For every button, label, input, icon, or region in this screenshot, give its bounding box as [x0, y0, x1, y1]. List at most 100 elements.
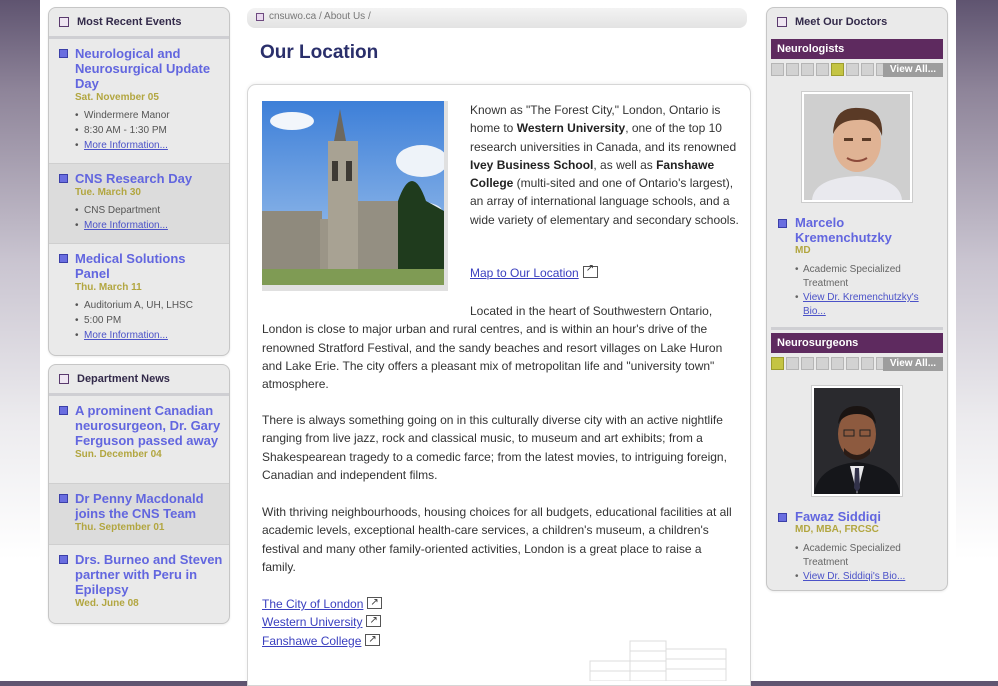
news-panel: Department News A prominent Canadian neu…: [48, 364, 230, 624]
ivey-business-school-text: Ivey Business School: [470, 157, 594, 172]
doctor-photo[interactable]: [801, 91, 913, 203]
news-item: Drs. Burneo and Steven partner with Peru…: [49, 545, 229, 615]
pager-dot[interactable]: [801, 63, 814, 76]
external-link-icon[interactable]: [582, 263, 598, 278]
university-tower-illustration: [262, 101, 448, 285]
events-header-icon: [59, 17, 69, 27]
culture-paragraph: There is always something going on in th…: [262, 413, 727, 482]
doctor-name-link[interactable]: Marcelo Kremenchutzky: [795, 215, 939, 245]
event-detail: Windermere Manor: [75, 108, 223, 123]
event-detail: Auditorium A, UH, LHSC: [75, 298, 223, 313]
news-title-link[interactable]: A prominent Canadian neurosurgeon, Dr. G…: [75, 403, 223, 448]
link-row: Fanshawe College: [262, 631, 382, 650]
map-to-location-link[interactable]: Map to Our Location: [470, 266, 579, 280]
pager-dot-active[interactable]: [831, 63, 844, 76]
pager-dot[interactable]: [801, 357, 814, 370]
news-date: Thu. September 01: [75, 522, 165, 533]
fanshawe-college-link[interactable]: Fanshawe College: [262, 634, 361, 648]
events-header-label: Most Recent Events: [77, 16, 182, 28]
page-title: Our Location: [260, 42, 379, 63]
pager-dot[interactable]: [831, 357, 844, 370]
breadcrumb-icon: [256, 13, 264, 21]
links-list: The City of London Western University Fa…: [262, 594, 383, 650]
doctor-credentials: MD, MBA, FRCSC: [795, 524, 879, 535]
city-of-london-link[interactable]: The City of London: [262, 597, 363, 611]
doctor-bio-link[interactable]: View Dr. Kremenchutzky's Bio...: [803, 292, 919, 317]
news-header: Department News: [49, 365, 229, 396]
doctor-pager: View All...: [771, 357, 943, 373]
events-panel: Most Recent Events Neurological and Neur…: [48, 7, 230, 356]
external-link-icon[interactable]: [365, 631, 381, 649]
doctor-credentials: MD: [795, 245, 811, 256]
pager-dot[interactable]: [771, 63, 784, 76]
more-information-link[interactable]: More Information...: [84, 140, 168, 151]
news-title-link[interactable]: Drs. Burneo and Steven partner with Peru…: [75, 552, 223, 597]
more-information-link[interactable]: More Information...: [84, 220, 168, 231]
event-title-link[interactable]: Neurological and Neurosurgical Update Da…: [75, 46, 223, 91]
news-header-label: Department News: [77, 373, 170, 385]
pager-dot[interactable]: [786, 357, 799, 370]
pager-dot[interactable]: [861, 357, 874, 370]
view-all-button[interactable]: View All...: [883, 357, 943, 371]
content-box: Known as "The Forest City," London, Onta…: [247, 84, 751, 686]
bullet-square-icon: [59, 406, 68, 415]
news-item: Dr Penny Macdonald joins the CNS Team Th…: [49, 484, 229, 545]
building-watermark: [589, 640, 727, 681]
western-university-link[interactable]: Western University: [262, 615, 362, 629]
pager-dot-active[interactable]: [771, 357, 784, 370]
doctor-name-link[interactable]: Fawaz Siddiqi: [795, 509, 939, 524]
doctor-info: Fawaz Siddiqi MD, MBA, FRCSC Academic Sp…: [767, 497, 947, 584]
event-date: Sat. November 05: [75, 92, 159, 103]
event-title-link[interactable]: Medical Solutions Panel: [75, 251, 223, 281]
bullet-square-icon: [59, 254, 68, 263]
doctor-group: Neurosurgeons View All... Fawaz Siddiqi …: [767, 333, 947, 584]
event-item: CNS Research Day Tue. March 30 CNS Depar…: [49, 164, 229, 244]
pager-dot[interactable]: [816, 357, 829, 370]
pager-dot[interactable]: [846, 63, 859, 76]
pager-dot[interactable]: [861, 63, 874, 76]
view-all-button[interactable]: View All...: [883, 63, 943, 77]
event-item: Medical Solutions Panel Thu. March 11 Au…: [49, 244, 229, 349]
event-item: Neurological and Neurosurgical Update Da…: [49, 39, 229, 164]
intro-paragraph: Known as "The Forest City," London, Onta…: [470, 103, 739, 227]
family-paragraph: With thriving neighbourhoods, housing ch…: [262, 505, 732, 574]
pager-dot[interactable]: [816, 63, 829, 76]
doctor-group: Neurologists View All... Marcelo Kremenc…: [767, 39, 947, 319]
news-title-link[interactable]: Dr Penny Macdonald joins the CNS Team: [75, 491, 223, 521]
divider: [771, 327, 943, 330]
doctors-header-icon: [777, 17, 787, 27]
event-date: Thu. March 11: [75, 282, 142, 293]
more-information-link[interactable]: More Information...: [84, 330, 168, 341]
bullet-square-icon: [59, 555, 68, 564]
breadcrumb-text[interactable]: cnsuwo.ca / About Us /: [269, 8, 371, 26]
news-item: A prominent Canadian neurosurgeon, Dr. G…: [49, 396, 229, 484]
doctor-portrait: [814, 388, 900, 494]
doctor-photo[interactable]: [811, 385, 903, 497]
doctor-specialty: Academic Specialized Treatment: [795, 542, 939, 570]
breadcrumb: cnsuwo.ca / About Us /: [247, 8, 747, 28]
event-title-link[interactable]: CNS Research Day: [75, 171, 223, 186]
news-date: Sun. December 04: [75, 449, 162, 460]
external-link-icon[interactable]: [367, 594, 383, 612]
event-detail: 8:30 AM - 1:30 PM: [75, 123, 223, 138]
event-date: Tue. March 30: [75, 187, 141, 198]
doctor-bio-link[interactable]: View Dr. Siddiqi's Bio...: [803, 571, 905, 582]
news-header-icon: [59, 374, 69, 384]
bullet-square-icon: [59, 494, 68, 503]
category-bar: Neurologists: [771, 39, 943, 59]
bullet-square-icon: [778, 513, 787, 522]
pager-dot[interactable]: [846, 357, 859, 370]
university-tower-photo: [262, 101, 448, 291]
external-link-icon[interactable]: [366, 612, 382, 631]
location-paragraph: Located in the heart of Southwestern Ont…: [262, 304, 723, 392]
bullet-square-icon: [59, 49, 68, 58]
event-detail: CNS Department: [75, 203, 223, 218]
news-date: Wed. June 08: [75, 598, 139, 609]
pager-dot[interactable]: [786, 63, 799, 76]
doctors-header-label: Meet Our Doctors: [795, 16, 888, 28]
doctor-info: Marcelo Kremenchutzky MD Academic Specia…: [767, 203, 947, 319]
doctor-pager: View All...: [771, 63, 943, 79]
doctor-portrait: [804, 94, 910, 200]
bullet-square-icon: [59, 174, 68, 183]
category-bar: Neurosurgeons: [771, 333, 943, 353]
